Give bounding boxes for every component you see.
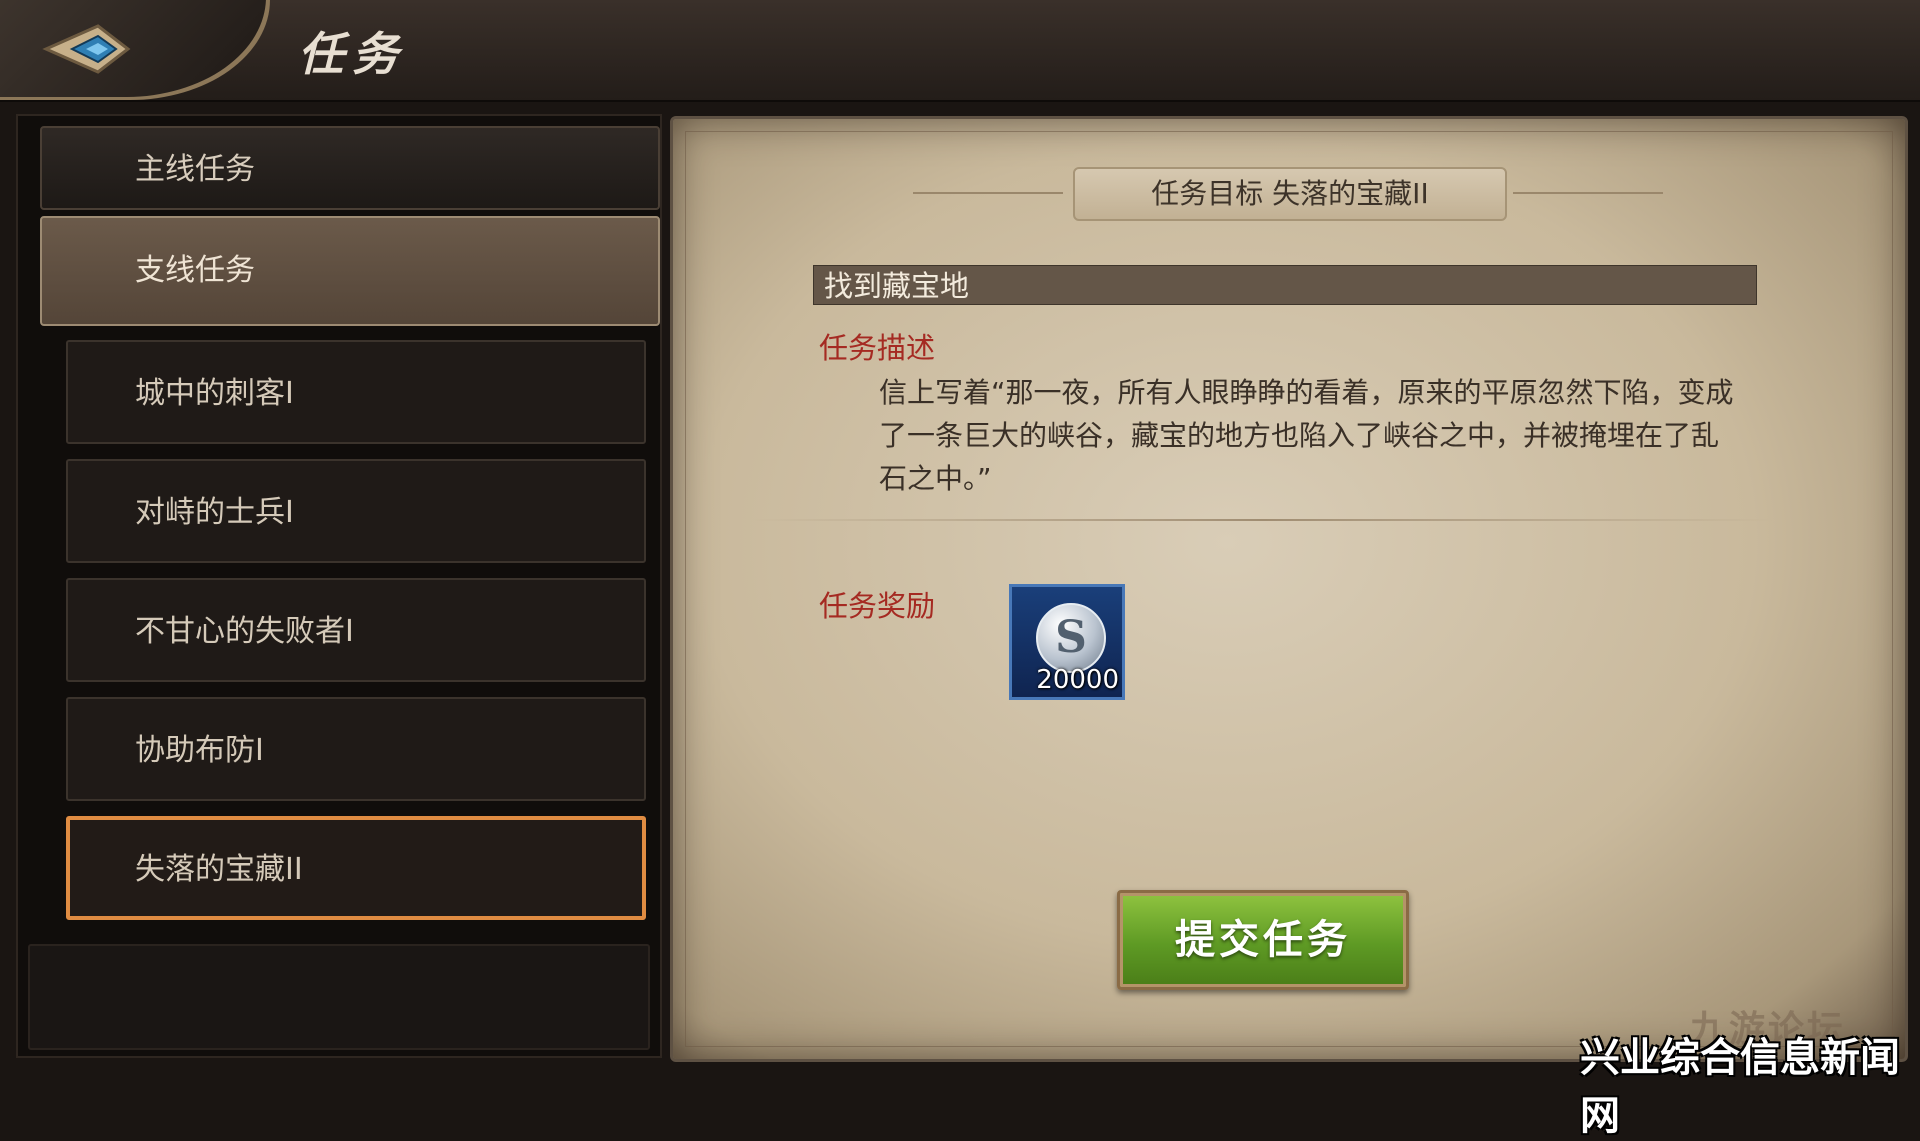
- reward-label: 任务奖励: [819, 589, 936, 623]
- quest-item[interactable]: 对峙的士兵I: [66, 459, 646, 563]
- quest-description: 信上写着“那一夜，所有人眼睁睁的看着，原来的平原忽然下陷，变成了一条巨大的峡谷，…: [879, 376, 1734, 495]
- quest-detail-panel: 任务目标 失落的宝藏II 找到藏宝地 任务描述 信上写着“那一夜，所有人眼睁睁的…: [670, 116, 1908, 1062]
- quest-target-header: 任务目标 失落的宝藏II: [1073, 167, 1507, 221]
- quest-item[interactable]: 城中的刺客I: [66, 340, 646, 444]
- page-title: 任务: [298, 27, 406, 81]
- quest-objective: 找到藏宝地: [813, 265, 1757, 305]
- quest-item-selected[interactable]: 失落的宝藏II: [66, 816, 646, 920]
- reward-amount: 20000: [1036, 665, 1119, 695]
- description-label: 任务描述: [819, 331, 936, 365]
- empty-list-slot: [28, 944, 650, 1050]
- diamond-back-icon: [42, 24, 131, 74]
- header-ornament-right: [1513, 192, 1663, 194]
- quest-item[interactable]: 协助布防I: [66, 697, 646, 801]
- category-side-quests[interactable]: 支线任务: [40, 216, 660, 326]
- watermark-text: 兴业综合信息新闻网: [1580, 1035, 1900, 1139]
- category-main-quests[interactable]: 主线任务: [40, 126, 660, 210]
- header-ornament-left: [913, 192, 1063, 194]
- section-divider: [753, 519, 1773, 521]
- quest-sidebar: 主线任务 支线任务 城中的刺客I 对峙的士兵I 不甘心的失败者I 协助布防I 失…: [16, 114, 662, 1058]
- back-button[interactable]: [0, 0, 270, 100]
- quest-item[interactable]: 不甘心的失败者I: [66, 578, 646, 682]
- top-bar: 任务: [0, 0, 1920, 102]
- submit-quest-button[interactable]: 提交任务: [1117, 890, 1409, 990]
- reward-item-slot[interactable]: S 20000: [1009, 584, 1125, 700]
- silver-coin-icon: S: [1036, 603, 1106, 673]
